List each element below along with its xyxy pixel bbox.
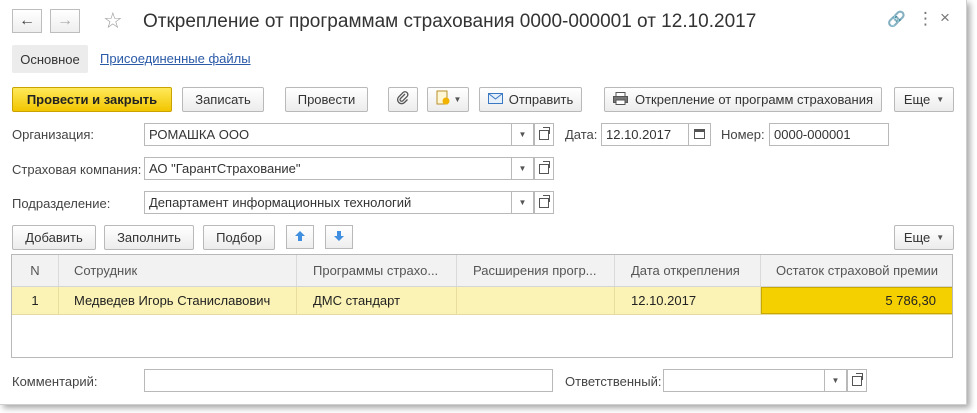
table-header: N Сотрудник Программы страхо... Расширен… — [12, 255, 952, 287]
chevron-down-icon: ▼ — [453, 95, 462, 104]
column-header-detach-date[interactable]: Дата открепления — [615, 255, 761, 286]
chevron-down-icon: ▼ — [936, 233, 945, 242]
move-up-button[interactable] — [286, 225, 314, 249]
insurer-label: Страховая компания: — [12, 162, 142, 177]
more-button-label: Еще — [903, 92, 931, 107]
document-add-icon — [435, 90, 451, 109]
cell-n[interactable]: 1 — [12, 287, 59, 314]
cell-remainder[interactable]: 5 786,30 — [761, 287, 952, 314]
post-button[interactable]: Провести — [285, 87, 368, 112]
table-more-label: Еще — [903, 230, 931, 245]
send-button-label: Отправить — [508, 92, 574, 107]
arrow-right-icon: → — [57, 12, 73, 29]
add-row-button[interactable]: Добавить — [12, 225, 96, 250]
print-button[interactable]: Открепление от программ страхования — [604, 87, 882, 112]
calendar-icon — [694, 128, 705, 141]
organization-dropdown[interactable]: ▼ — [512, 123, 534, 146]
more-button[interactable]: Еще ▼ — [894, 87, 954, 112]
back-button[interactable]: ← — [12, 9, 42, 33]
column-header-employee[interactable]: Сотрудник — [59, 255, 297, 286]
fill-button[interactable]: Заполнить — [104, 225, 194, 250]
responsible-label: Ответственный: — [565, 374, 662, 389]
responsible-open-button[interactable] — [847, 369, 867, 392]
insurer-open-button[interactable] — [534, 157, 554, 180]
window-title: Открепление от программам страхования 00… — [143, 11, 757, 32]
open-icon — [852, 372, 863, 386]
date-label: Дата: — [565, 127, 598, 142]
arrow-up-icon — [294, 230, 306, 245]
chevron-down-icon: ▼ — [518, 130, 527, 139]
comment-field[interactable] — [144, 369, 553, 392]
insurer-field[interactable]: АО "ГарантСтрахование" — [144, 157, 512, 180]
department-open-button[interactable] — [534, 191, 554, 214]
open-icon — [539, 194, 550, 208]
close-icon[interactable]: × — [940, 8, 950, 28]
select-button[interactable]: Подбор — [203, 225, 275, 250]
arrow-left-icon: ← — [19, 12, 35, 29]
column-header-n[interactable]: N — [12, 255, 59, 286]
post-and-close-button[interactable]: Провести и закрыть — [12, 87, 172, 112]
save-button[interactable]: Записать — [182, 87, 264, 112]
chevron-down-icon: ▼ — [518, 198, 527, 207]
star-icon[interactable]: ☆ — [103, 8, 123, 34]
attach-button[interactable] — [388, 87, 418, 112]
department-label: Подразделение: — [12, 196, 111, 211]
chevron-down-icon: ▼ — [518, 164, 527, 173]
document-window: ← → ☆ Открепление от программам страхова… — [0, 0, 967, 405]
number-field[interactable]: 0000-000001 — [769, 123, 889, 146]
link-icon[interactable]: 🔗 — [887, 10, 906, 28]
open-icon — [539, 126, 550, 140]
organization-label: Организация: — [12, 127, 95, 142]
column-header-programs[interactable]: Программы страхо... — [297, 255, 457, 286]
organization-field[interactable]: РОМАШКА ООО — [144, 123, 512, 146]
tab-attached-files[interactable]: Присоединенные файлы — [100, 51, 251, 66]
department-dropdown[interactable]: ▼ — [512, 191, 534, 214]
print-button-label: Открепление от программ страхования — [634, 92, 874, 107]
tab-main[interactable]: Основное — [12, 45, 88, 73]
insurer-dropdown[interactable]: ▼ — [512, 157, 534, 180]
organization-open-button[interactable] — [534, 123, 554, 146]
column-header-remainder[interactable]: Остаток страховой премии — [761, 255, 952, 286]
forward-button[interactable]: → — [50, 9, 80, 33]
cell-program[interactable]: ДМС стандарт — [297, 287, 457, 314]
comment-label: Комментарий: — [12, 374, 98, 389]
send-button[interactable]: Отправить — [479, 87, 582, 112]
envelope-icon — [487, 92, 503, 107]
create-based-on-button[interactable]: ▼ — [427, 87, 469, 112]
cell-employee[interactable]: Медведев Игорь Станиславович — [59, 287, 297, 314]
chevron-down-icon: ▼ — [831, 376, 840, 385]
cell-detach-date[interactable]: 12.10.2017 — [615, 287, 761, 314]
cell-extensions[interactable] — [457, 287, 615, 314]
table-row[interactable]: 1 Медведев Игорь Станиславович ДМС станд… — [12, 287, 952, 315]
paperclip-icon — [396, 91, 409, 108]
column-header-extensions[interactable]: Расширения прогр... — [457, 255, 615, 286]
date-field[interactable]: 12.10.2017 — [601, 123, 689, 146]
table-more-button[interactable]: Еще ▼ — [894, 225, 954, 250]
number-label: Номер: — [721, 127, 765, 142]
more-vertical-icon[interactable]: ⋮ — [917, 9, 934, 29]
move-down-button[interactable] — [325, 225, 353, 249]
department-field[interactable]: Департамент информационных технологий — [144, 191, 512, 214]
responsible-field[interactable] — [663, 369, 825, 392]
calendar-button[interactable] — [689, 123, 711, 146]
printer-icon — [612, 91, 628, 108]
open-icon — [539, 160, 550, 174]
chevron-down-icon: ▼ — [936, 95, 945, 104]
arrow-down-icon — [333, 230, 345, 245]
responsible-dropdown[interactable]: ▼ — [825, 369, 847, 392]
